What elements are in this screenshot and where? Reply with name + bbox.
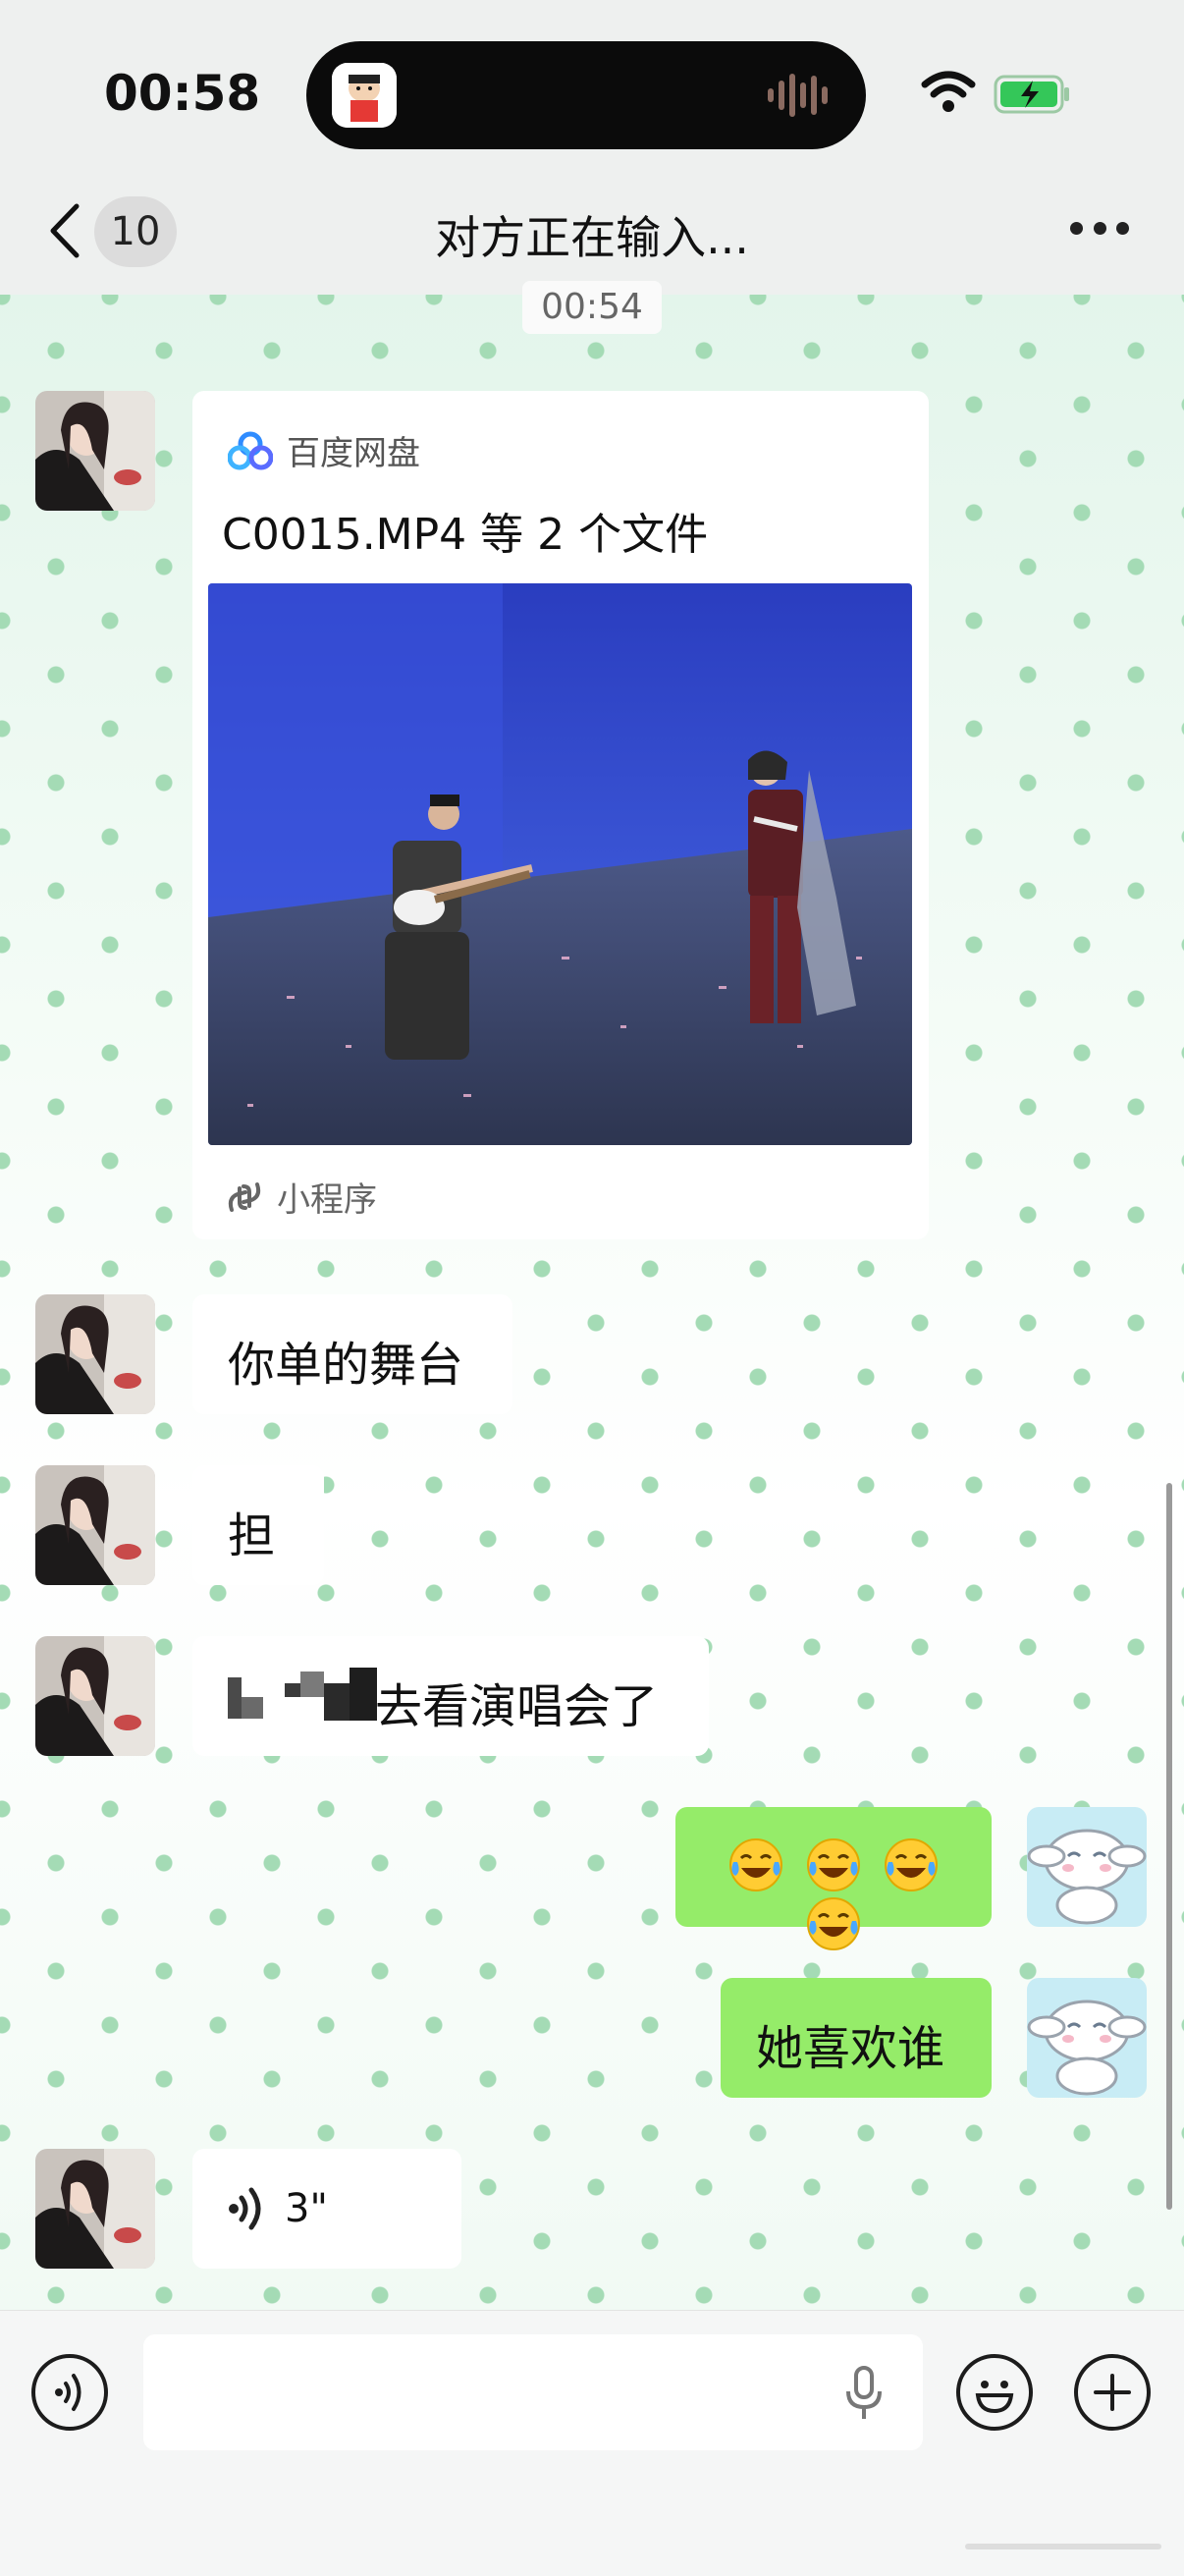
- outgoing-message-bubble[interactable]: 她喜欢谁: [721, 1978, 992, 2098]
- battery-charging-icon: [994, 75, 1069, 114]
- message-text: 你单的舞台: [228, 1338, 464, 1393]
- my-avatar[interactable]: [1027, 1978, 1147, 2098]
- incoming-message-bubble[interactable]: 去看演唱会了: [192, 1636, 709, 1756]
- mini-program-link-icon: [228, 1181, 261, 1212]
- message-timestamp: 00:54: [522, 281, 662, 334]
- contact-avatar[interactable]: [35, 1465, 155, 1585]
- voice-wave-icon: [229, 2187, 261, 2230]
- scrollbar[interactable]: [1166, 1483, 1172, 2210]
- voice-message-bubble[interactable]: 3": [192, 2149, 461, 2269]
- incoming-message-bubble[interactable]: 担: [192, 1465, 324, 1585]
- more-options-icon[interactable]: [1070, 222, 1129, 238]
- input-bar: [0, 2310, 1184, 2576]
- card-brand-name: 百度网盘: [287, 434, 420, 473]
- emoji-button[interactable]: [956, 2354, 1033, 2431]
- mini-program-card[interactable]: 百度网盘 C0015.MP4 等 2 个文件 小程序: [192, 391, 929, 1239]
- status-time: 00:58: [104, 65, 261, 122]
- voice-duration: 3": [285, 2186, 328, 2231]
- card-title: C0015.MP4 等 2 个文件: [222, 510, 709, 560]
- message-text: 担: [228, 1508, 276, 1563]
- face-with-tears-of-joy-icon: [807, 1897, 860, 1950]
- microphone-icon[interactable]: [844, 2364, 884, 2423]
- wifi-icon: [921, 71, 976, 112]
- message-text: 她喜欢谁: [756, 2021, 945, 2076]
- my-avatar[interactable]: [1027, 1807, 1147, 1927]
- voice-toggle-button[interactable]: [31, 2354, 108, 2431]
- status-bar: 00:58: [0, 0, 1184, 167]
- face-with-tears-of-joy-icon: [885, 1838, 939, 1891]
- voice-icon: [55, 2374, 81, 2411]
- more-actions-button[interactable]: [1074, 2354, 1151, 2431]
- baidu-netdisk-icon: [228, 431, 273, 469]
- outgoing-message-bubble[interactable]: [675, 1807, 992, 1950]
- contact-avatar[interactable]: [35, 2149, 155, 2269]
- plus-icon: [1094, 2374, 1131, 2411]
- contact-avatar[interactable]: [35, 1294, 155, 1414]
- chat-header: 10 对方正在输入...: [0, 167, 1184, 296]
- face-with-tears-of-joy-icon: [728, 1838, 782, 1891]
- watermark-icon: [965, 2544, 1161, 2549]
- card-preview-image: [208, 583, 912, 1145]
- card-footer-label: 小程序: [277, 1180, 377, 1220]
- message-input[interactable]: [143, 2334, 923, 2450]
- message-text: 去看演唱会了: [375, 1679, 659, 1734]
- dynamic-island[interactable]: [306, 41, 866, 149]
- smiley-icon: [975, 2381, 1014, 2414]
- audio-wave-icon: [768, 71, 836, 120]
- contact-avatar[interactable]: [35, 1636, 155, 1756]
- contact-avatar[interactable]: [35, 391, 155, 511]
- incoming-message-bubble[interactable]: 你单的舞台: [192, 1294, 512, 1414]
- face-with-tears-of-joy-icon: [807, 1838, 860, 1891]
- app-thumbnail-icon: [332, 63, 397, 128]
- chat-title: 对方正在输入...: [435, 211, 749, 264]
